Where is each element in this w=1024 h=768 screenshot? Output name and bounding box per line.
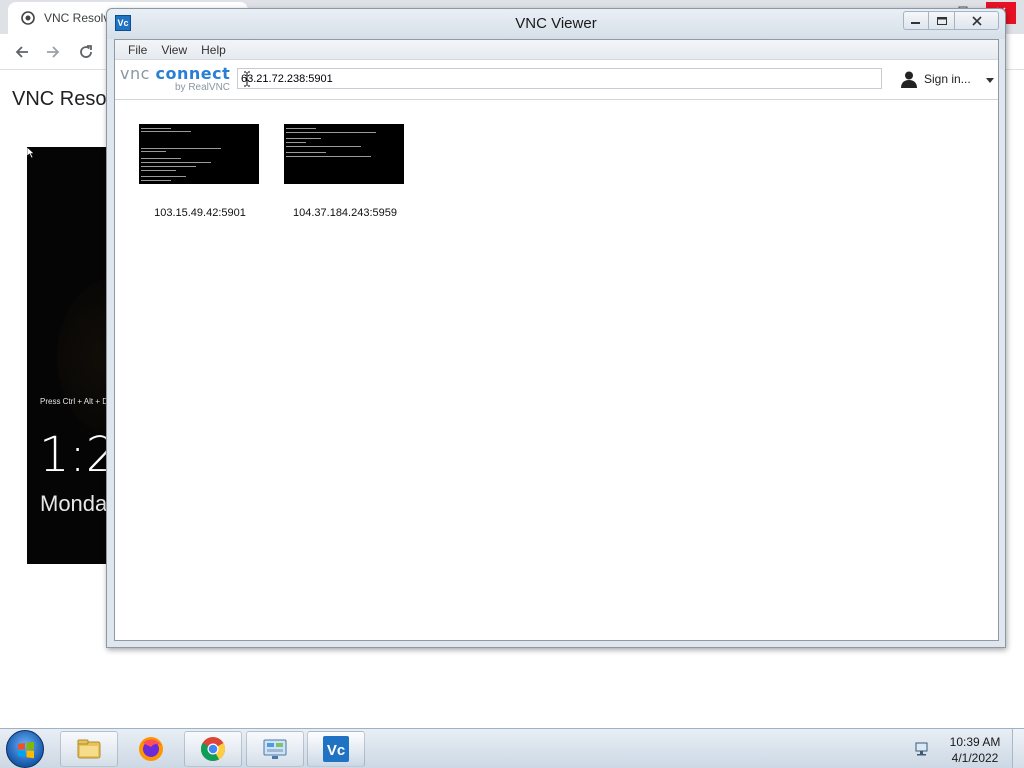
start-button[interactable]	[6, 730, 44, 768]
minimize-icon	[911, 21, 920, 24]
svg-text:Vc: Vc	[327, 742, 345, 759]
taskbar-clock[interactable]: 10:39 AM 4/1/2022	[940, 734, 1010, 766]
back-arrow-icon[interactable]	[10, 40, 34, 64]
close-button[interactable]	[955, 11, 999, 30]
vnc-viewer-window: Vc VNC Viewer File View Help vnc connect…	[106, 8, 1006, 648]
close-icon	[971, 15, 982, 26]
connection-address: 103.15.49.42:5901	[154, 207, 246, 219]
reload-icon[interactable]	[74, 40, 98, 64]
tab-favicon-icon	[20, 10, 36, 26]
address-book-area: 103.15.49.42:5901 104.37.184.243:5959	[115, 101, 998, 640]
control-panel-icon	[261, 735, 289, 763]
clock-time: 10:39 AM	[949, 735, 1001, 749]
remote-desktop-preview: Press Ctrl + Alt + Del 1:24 Monda	[27, 147, 117, 564]
tab-title: VNC Resolv	[44, 11, 110, 25]
page-heading: VNC Resolv	[12, 88, 121, 110]
sign-in-button[interactable]: Sign in...	[900, 68, 995, 90]
forward-arrow-icon[interactable]	[41, 40, 65, 64]
connection-address: 104.37.184.243:5959	[293, 207, 397, 219]
minimize-button[interactable]	[903, 11, 929, 30]
vnc-toolbar: vnc connect by RealVNC Sign in...	[115, 60, 998, 100]
clock-date: 4/1/2022	[951, 751, 999, 765]
text-ibeam-cursor-icon	[243, 71, 251, 87]
menu-help[interactable]: Help	[194, 43, 233, 57]
chevron-down-icon[interactable]	[985, 74, 995, 84]
chrome-icon	[199, 735, 227, 763]
taskbar: Vc 10:39 AM 4/1/2022	[0, 728, 1024, 768]
menu-view[interactable]: View	[154, 43, 194, 57]
taskbar-firefox-button[interactable]	[122, 731, 180, 767]
logo-vnc-text: vnc	[120, 64, 156, 83]
remote-lock-day: Monda	[40, 491, 108, 516]
network-icon[interactable]	[914, 741, 932, 757]
vnc-client-area: File View Help vnc connect by RealVNC Si…	[114, 39, 999, 641]
logo-wordmark: vnc connect	[120, 64, 230, 83]
firefox-icon	[137, 735, 165, 763]
system-tray: 10:39 AM 4/1/2022	[906, 731, 1024, 767]
vnc-titlebar[interactable]: Vc VNC Viewer	[107, 9, 1005, 39]
taskbar-control-panel-button[interactable]	[246, 731, 304, 767]
sign-in-label: Sign in...	[924, 72, 971, 86]
windows-logo-icon	[17, 741, 35, 759]
maximize-button[interactable]	[929, 11, 955, 30]
connection-tile[interactable]: 103.15.49.42:5901	[139, 124, 261, 219]
connection-thumbnail	[284, 124, 404, 184]
logo-byline: by RealVNC	[175, 82, 231, 93]
vnc-connect-logo: vnc connect by RealVNC	[120, 64, 230, 94]
remote-lock-hint: Press Ctrl + Alt + Del	[40, 397, 115, 406]
connection-thumbnail	[139, 124, 259, 184]
show-desktop-button[interactable]	[1012, 729, 1024, 768]
menu-bar: File View Help	[115, 40, 998, 60]
vnc-viewer-icon: Vc	[322, 735, 350, 763]
window-title: VNC Viewer	[515, 15, 597, 32]
user-icon	[900, 70, 918, 88]
restore-icon	[936, 16, 947, 25]
logo-connect-text: connect	[155, 64, 231, 83]
folder-icon	[75, 735, 103, 763]
menu-file[interactable]: File	[121, 43, 154, 57]
taskbar-explorer-button[interactable]	[60, 731, 118, 767]
taskbar-vnc-viewer-button[interactable]: Vc	[307, 731, 365, 767]
mouse-pointer-icon	[26, 146, 37, 159]
taskbar-chrome-button[interactable]	[184, 731, 242, 767]
connection-tile[interactable]: 104.37.184.243:5959	[284, 124, 406, 219]
address-input[interactable]	[237, 68, 882, 89]
